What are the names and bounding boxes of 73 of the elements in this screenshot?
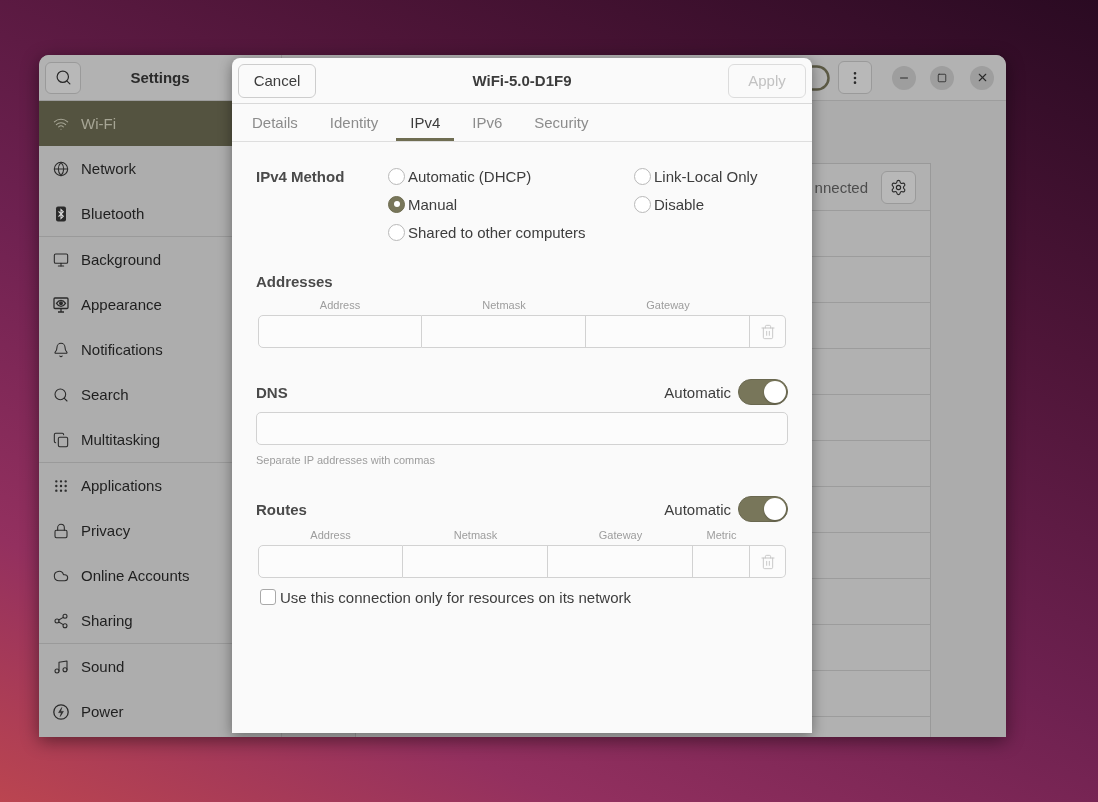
dns-field[interactable] [256, 412, 788, 445]
switch-label: Automatic [664, 500, 731, 518]
input-field[interactable] [422, 315, 586, 348]
input-field[interactable] [586, 315, 750, 348]
section-heading: Addresses [256, 272, 333, 290]
music-note-icon [53, 658, 69, 675]
delete-button[interactable] [750, 315, 786, 348]
sidebar-item[interactable]: Online Accounts [39, 553, 281, 598]
radio-label: Automatic (DHCP) [408, 167, 532, 185]
radio-label: Manual [408, 195, 458, 213]
column-header: Address [310, 529, 351, 541]
bluetooth-icon [53, 205, 69, 222]
radio-button[interactable] [388, 167, 405, 185]
globe-icon [53, 160, 69, 177]
delete-button[interactable] [750, 545, 786, 578]
settings-button[interactable] [881, 170, 916, 204]
column-header: Netmask [453, 529, 498, 541]
sidebar-item[interactable]: Power [39, 689, 281, 734]
search-icon [54, 69, 72, 86]
trash-icon [759, 323, 776, 340]
input-field[interactable] [693, 545, 750, 578]
field-label: IPv4 Method [256, 167, 345, 185]
section-heading: DNS [256, 383, 288, 401]
radio-label: Shared to other computers [408, 223, 586, 241]
maximize-button[interactable] [930, 65, 954, 90]
search-button[interactable] [45, 61, 81, 94]
power-icon [53, 703, 69, 720]
checkbox-label: Use this connection only for resources on its network [280, 588, 631, 606]
bell-icon [53, 341, 69, 358]
input-field[interactable] [258, 315, 422, 348]
sidebar-item[interactable]: Sound [39, 644, 281, 689]
toggle-switch[interactable] [738, 496, 788, 522]
menu-button[interactable] [838, 61, 872, 94]
sidebar-item[interactable]: Sharing [39, 598, 281, 643]
input-field[interactable] [548, 545, 693, 578]
search-icon [53, 386, 69, 403]
column-header: Gateway [598, 529, 643, 541]
close-button[interactable] [970, 65, 994, 90]
column-header: Metric [706, 529, 737, 541]
sidebar-item[interactable]: Bluetooth [39, 191, 281, 236]
trash-icon [759, 553, 776, 570]
radio-button[interactable] [634, 195, 651, 213]
column-header: Netmask [482, 299, 526, 311]
checkbox[interactable] [260, 589, 276, 605]
window-title: Settings [130, 69, 190, 86]
tab[interactable]: IPv4 [396, 104, 455, 141]
settings-icon [890, 178, 907, 196]
windows-icon [53, 431, 69, 448]
input-field[interactable] [258, 545, 403, 578]
status-text: nnected [814, 178, 868, 196]
radio-label: Disable [654, 195, 705, 213]
section-heading: Routes [256, 500, 307, 518]
column-header: Address [319, 299, 361, 311]
lock-icon [53, 522, 69, 539]
column-header: Gateway [646, 299, 690, 311]
monitor-icon [53, 251, 69, 268]
radio-label: Link-Local Only [654, 167, 758, 185]
radio-button[interactable] [388, 223, 405, 241]
radio-button[interactable] [634, 167, 651, 185]
monitor-eye-icon [53, 296, 69, 313]
input-field[interactable] [403, 545, 548, 578]
dialog-title: WiFi-5.0-D1F9 [472, 72, 572, 89]
share-icon [53, 612, 69, 629]
switch-label: Automatic [664, 383, 731, 401]
cancel-button[interactable]: Cancel [238, 63, 316, 98]
hint-text: Separate IP addresses with commas [256, 454, 435, 466]
switch-edge-icon [812, 64, 830, 91]
radio-button[interactable] [388, 195, 405, 213]
maximize-icon [937, 72, 947, 83]
sidebar-item[interactable]: Notifications [39, 327, 281, 372]
toggle-switch[interactable] [738, 379, 788, 405]
dots-grid-icon [53, 477, 69, 494]
minimize-button[interactable] [892, 65, 916, 90]
